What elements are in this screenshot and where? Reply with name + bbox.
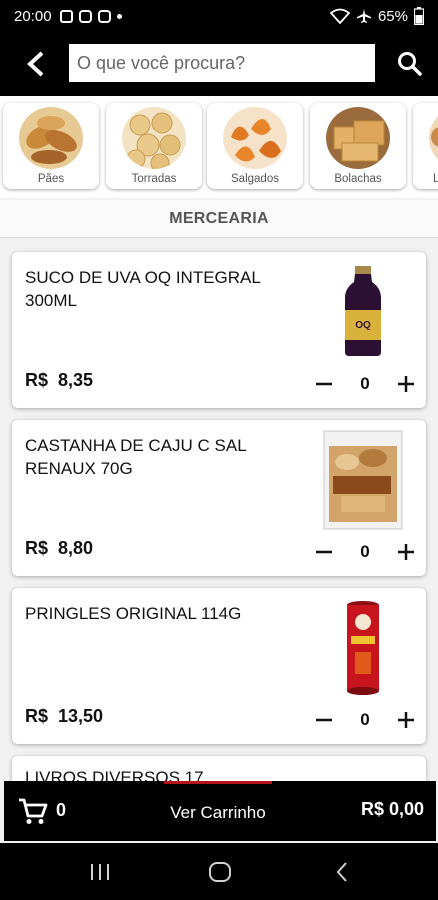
notification-icons <box>59 9 122 23</box>
battery-icon <box>414 7 424 25</box>
chevron-left-icon <box>27 51 44 77</box>
status-bar: 20:00 65% <box>0 0 438 32</box>
product-image-pringles <box>322 598 404 698</box>
category-carousel[interactable]: Pães Torradas Salgados Bolachas L <box>0 96 438 198</box>
quantity-value: 0 <box>360 374 370 393</box>
category-label: Bolachas <box>334 173 382 185</box>
plus-icon <box>398 544 414 560</box>
category-image <box>429 107 438 169</box>
section-title: MERCEARIA <box>0 200 438 238</box>
quantity-stepper: 0 <box>312 370 418 398</box>
category-image-snacks <box>223 107 287 169</box>
plus-icon <box>398 376 414 392</box>
product-card[interactable]: PRINGLES ORIGINAL 114G R$ 13,50 0 <box>12 588 426 744</box>
product-image-grape-juice: OQ <box>322 262 404 362</box>
decrease-quantity-button[interactable] <box>312 540 336 564</box>
system-nav-bar <box>0 843 438 900</box>
price-value: 8,80 <box>58 538 94 558</box>
price-currency: R$ <box>25 706 49 726</box>
cart-icon[interactable] <box>18 797 48 825</box>
category-image-cookies <box>326 107 390 169</box>
quantity-value: 0 <box>360 542 370 561</box>
airplane-icon <box>356 9 371 23</box>
search-input[interactable] <box>69 44 375 82</box>
instagram-icon <box>97 9 111 23</box>
minus-icon <box>316 718 332 722</box>
svg-text:OQ: OQ <box>355 320 371 331</box>
product-name: SUCO DE UVA OQ INTEGRAL 300ML <box>25 268 261 310</box>
app-header <box>0 32 438 96</box>
search-icon <box>398 52 422 76</box>
decrease-quantity-button[interactable] <box>312 708 336 732</box>
price-value: 8,35 <box>58 370 94 390</box>
product-name: PRINGLES ORIGINAL 114G <box>25 604 242 623</box>
category-card-salgados[interactable]: Salgados <box>207 103 303 189</box>
view-cart-button[interactable]: Ver Carrinho <box>164 781 272 841</box>
category-image-bread <box>19 107 83 169</box>
increase-quantity-button[interactable] <box>394 540 418 564</box>
product-price: R$ 13,50 <box>25 706 103 727</box>
category-label: Torradas <box>131 173 177 185</box>
category-image-toasts <box>122 107 186 169</box>
quantity-stepper: 0 <box>312 538 418 566</box>
wifi-icon <box>329 8 350 24</box>
price-value: 13,50 <box>58 706 104 726</box>
price-currency: R$ <box>25 370 49 390</box>
nav-back-button[interactable] <box>322 857 362 887</box>
product-price: R$ 8,35 <box>25 370 93 391</box>
minus-icon <box>316 382 332 386</box>
cart-total: R$ 0,00 <box>360 799 424 819</box>
battery-percentage: 65% <box>377 7 408 25</box>
product-card[interactable]: SUCO DE UVA OQ INTEGRAL 300ML OQ R$ 8,35… <box>12 252 426 408</box>
search-button[interactable] <box>390 46 430 82</box>
increase-quantity-button[interactable] <box>394 708 418 732</box>
cart-bar: 0 Ver Carrinho R$ 0,00 <box>4 781 436 841</box>
quantity-stepper: 0 <box>312 706 418 734</box>
category-card-paes[interactable]: Pães <box>3 103 99 189</box>
category-label: Pães <box>37 173 65 185</box>
plus-icon <box>398 712 414 728</box>
back-icon <box>336 862 347 882</box>
category-label: L <box>433 173 438 185</box>
instagram-icon <box>78 9 92 23</box>
status-time: 20:00 <box>14 7 52 25</box>
minus-icon <box>316 550 332 554</box>
decrease-quantity-button[interactable] <box>312 372 336 396</box>
increase-quantity-button[interactable] <box>394 372 418 396</box>
category-card-bolachas[interactable]: Bolachas <box>310 103 406 189</box>
home-icon <box>209 862 231 882</box>
gallery-icon <box>59 9 73 23</box>
price-currency: R$ <box>25 538 49 558</box>
category-label: Salgados <box>231 173 279 185</box>
cart-item-count: 0 <box>56 800 67 820</box>
category-card-partial[interactable]: L <box>413 103 438 189</box>
home-button[interactable] <box>200 857 240 887</box>
product-price: R$ 8,80 <box>25 538 93 559</box>
quantity-value: 0 <box>360 710 370 729</box>
dot-icon <box>116 13 122 19</box>
recent-apps-button[interactable] <box>80 857 120 887</box>
product-image-cashew <box>322 430 404 530</box>
recent-apps-icon <box>91 864 109 880</box>
category-card-torradas[interactable]: Torradas <box>106 103 202 189</box>
product-card[interactable]: CASTANHA DE CAJU C SAL RENAUX 70G R$ 8,8… <box>12 420 426 576</box>
product-name: CASTANHA DE CAJU C SAL RENAUX 70G <box>25 436 247 478</box>
back-button[interactable] <box>10 32 62 96</box>
